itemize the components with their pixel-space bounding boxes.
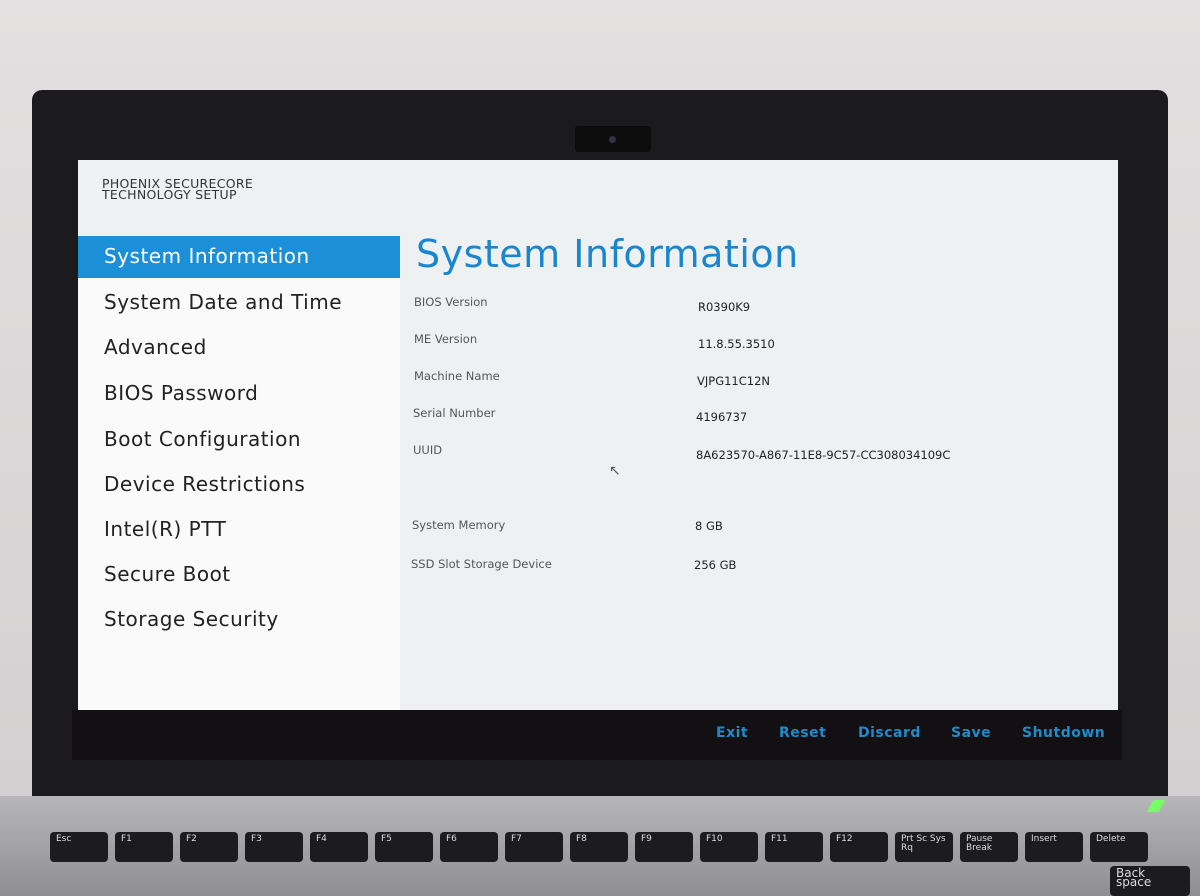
backspace-key[interactable]: Back space: [1110, 866, 1190, 896]
key[interactable]: Esc: [50, 832, 108, 862]
field-value: VJPG11C12N: [697, 374, 771, 388]
sidebar-item-advanced[interactable]: Advanced: [78, 327, 400, 369]
key[interactable]: Pause Break: [960, 832, 1018, 862]
discard-button[interactable]: Discard: [858, 725, 921, 741]
key[interactable]: F2: [180, 832, 238, 862]
brand-line2: TECHNOLOGY SETUP: [102, 187, 237, 202]
key[interactable]: Insert: [1025, 832, 1083, 862]
sidebar-item-boot-configuration[interactable]: Boot Configuration: [78, 419, 400, 461]
field-value: 8 GB: [695, 519, 723, 533]
sidebar-item-system-information[interactable]: System Information: [78, 236, 400, 278]
field-label: UUID: [413, 443, 443, 457]
key[interactable]: F7: [505, 832, 563, 862]
bios-screen: PHOENIX SECURECORE TECHNOLOGY SETUP Syst…: [78, 160, 1118, 710]
field-value: 4196737: [696, 410, 748, 424]
key[interactable]: F11: [765, 832, 823, 862]
mouse-pointer-icon: ↖: [609, 463, 621, 479]
key[interactable]: Prt Sc Sys Rq: [895, 832, 953, 862]
key[interactable]: F4: [310, 832, 368, 862]
sidebar-item-secure-boot[interactable]: Secure Boot: [78, 554, 400, 596]
webcam: [575, 126, 651, 152]
field-label: Serial Number: [413, 406, 496, 420]
reset-button[interactable]: Reset: [779, 725, 826, 741]
field-value: R0390K9: [698, 300, 751, 314]
sidebar: System Information System Date and Time …: [78, 236, 400, 710]
key[interactable]: F8: [570, 832, 628, 862]
action-bar: Exit Reset Discard Save Shutdown: [72, 710, 1122, 760]
sidebar-item-bios-password[interactable]: BIOS Password: [78, 373, 400, 415]
sidebar-item-device-restrictions[interactable]: Device Restrictions: [78, 464, 400, 506]
field-label: BIOS Version: [414, 295, 488, 309]
key[interactable]: F1: [115, 832, 173, 862]
field-value: 8A623570-A867-11E8-9C57-CC308034109C: [696, 448, 951, 462]
page-title: System Information: [416, 232, 799, 276]
field-label: ME Version: [414, 332, 478, 346]
brand-logo: PHOENIX SECURECORE TECHNOLOGY SETUP: [102, 177, 253, 202]
sidebar-item-system-date-time[interactable]: System Date and Time: [78, 282, 400, 324]
sidebar-item-storage-security[interactable]: Storage Security: [78, 599, 400, 641]
key[interactable]: F3: [245, 832, 303, 862]
save-button[interactable]: Save: [951, 725, 991, 741]
field-label: System Memory: [412, 518, 506, 532]
key[interactable]: F9: [635, 832, 693, 862]
sidebar-item-intel-ptt[interactable]: Intel(R) PTT: [78, 509, 400, 551]
field-value: 11.8.55.3510: [698, 337, 775, 351]
exit-button[interactable]: Exit: [716, 725, 748, 741]
camera-lens-icon: [609, 136, 616, 143]
key[interactable]: F12: [830, 832, 888, 862]
key[interactable]: F5: [375, 832, 433, 862]
key[interactable]: Delete: [1090, 832, 1148, 862]
shutdown-button[interactable]: Shutdown: [1022, 725, 1105, 741]
key[interactable]: F6: [440, 832, 498, 862]
field-label: Machine Name: [414, 369, 500, 383]
key[interactable]: F10: [700, 832, 758, 862]
field-label: SSD Slot Storage Device: [411, 557, 552, 571]
field-value: 256 GB: [694, 558, 737, 572]
